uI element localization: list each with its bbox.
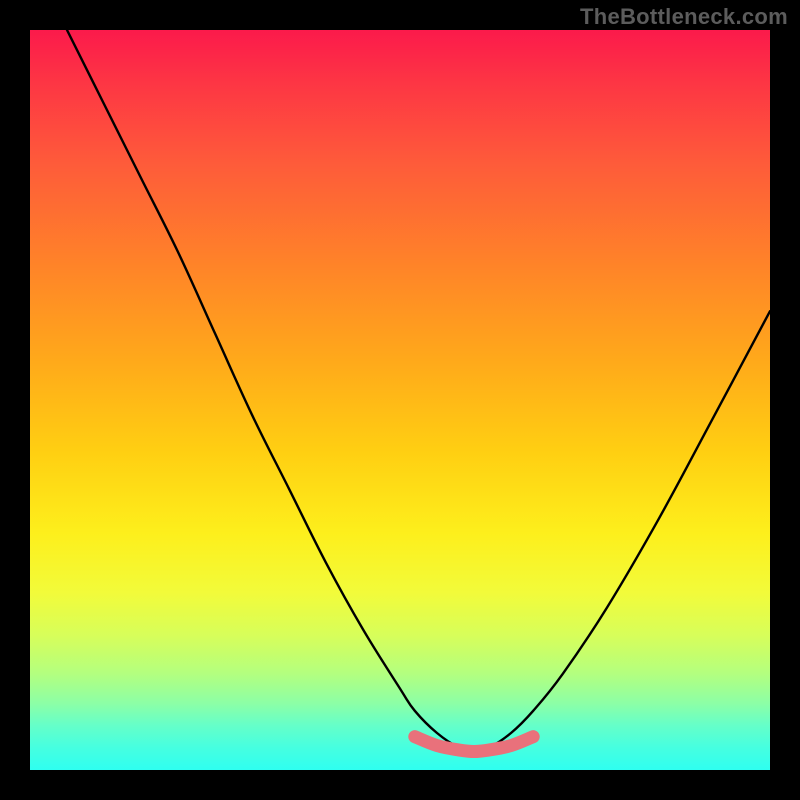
optimal-zone-highlight — [415, 737, 533, 752]
watermark-label: TheBottleneck.com — [580, 4, 788, 30]
chart-frame: TheBottleneck.com — [0, 0, 800, 800]
plot-area — [30, 30, 770, 770]
curve-layer — [30, 30, 770, 770]
bottleneck-curve — [67, 30, 770, 752]
